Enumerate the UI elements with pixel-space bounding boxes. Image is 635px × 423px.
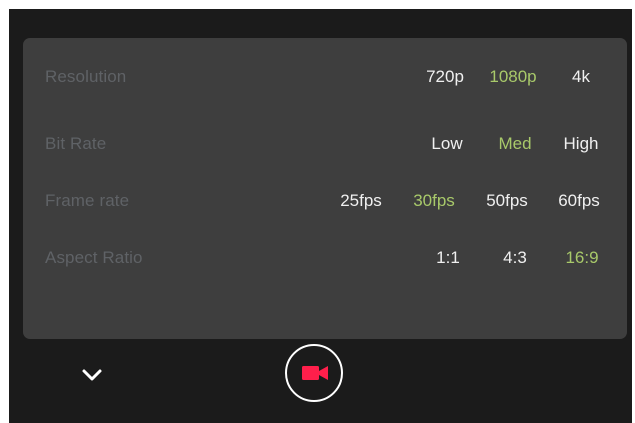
collapse-settings-button[interactable] <box>78 364 106 386</box>
frame-rate-option-25fps[interactable]: 25fps <box>326 191 396 211</box>
settings-panel: Resolution 720p 1080p 4k Bit Rate Low Me… <box>23 38 627 339</box>
record-button[interactable] <box>285 344 343 402</box>
bit-rate-option-low[interactable]: Low <box>412 134 482 154</box>
bit-rate-option-med[interactable]: Med <box>480 134 550 154</box>
aspect-ratio-option-4-3[interactable]: 4:3 <box>480 248 550 268</box>
resolution-option-1080p[interactable]: 1080p <box>478 67 548 87</box>
resolution-label: Resolution <box>45 67 127 86</box>
frame-rate-option-30fps[interactable]: 30fps <box>399 191 469 211</box>
resolution-option-720p[interactable]: 720p <box>410 67 480 87</box>
video-camera-icon <box>302 366 328 380</box>
bit-rate-option-high[interactable]: High <box>546 134 616 154</box>
aspect-ratio-label: Aspect Ratio <box>45 248 143 267</box>
frame-rate-option-50fps[interactable]: 50fps <box>472 191 542 211</box>
aspect-ratio-option-1-1[interactable]: 1:1 <box>413 248 483 268</box>
resolution-option-4k[interactable]: 4k <box>546 67 616 87</box>
frame-rate-option-60fps[interactable]: 60fps <box>544 191 614 211</box>
chevron-down-icon <box>82 369 102 381</box>
aspect-ratio-option-16-9[interactable]: 16:9 <box>547 248 617 268</box>
bit-rate-label: Bit Rate <box>45 134 107 153</box>
frame-rate-label: Frame rate <box>45 191 130 210</box>
